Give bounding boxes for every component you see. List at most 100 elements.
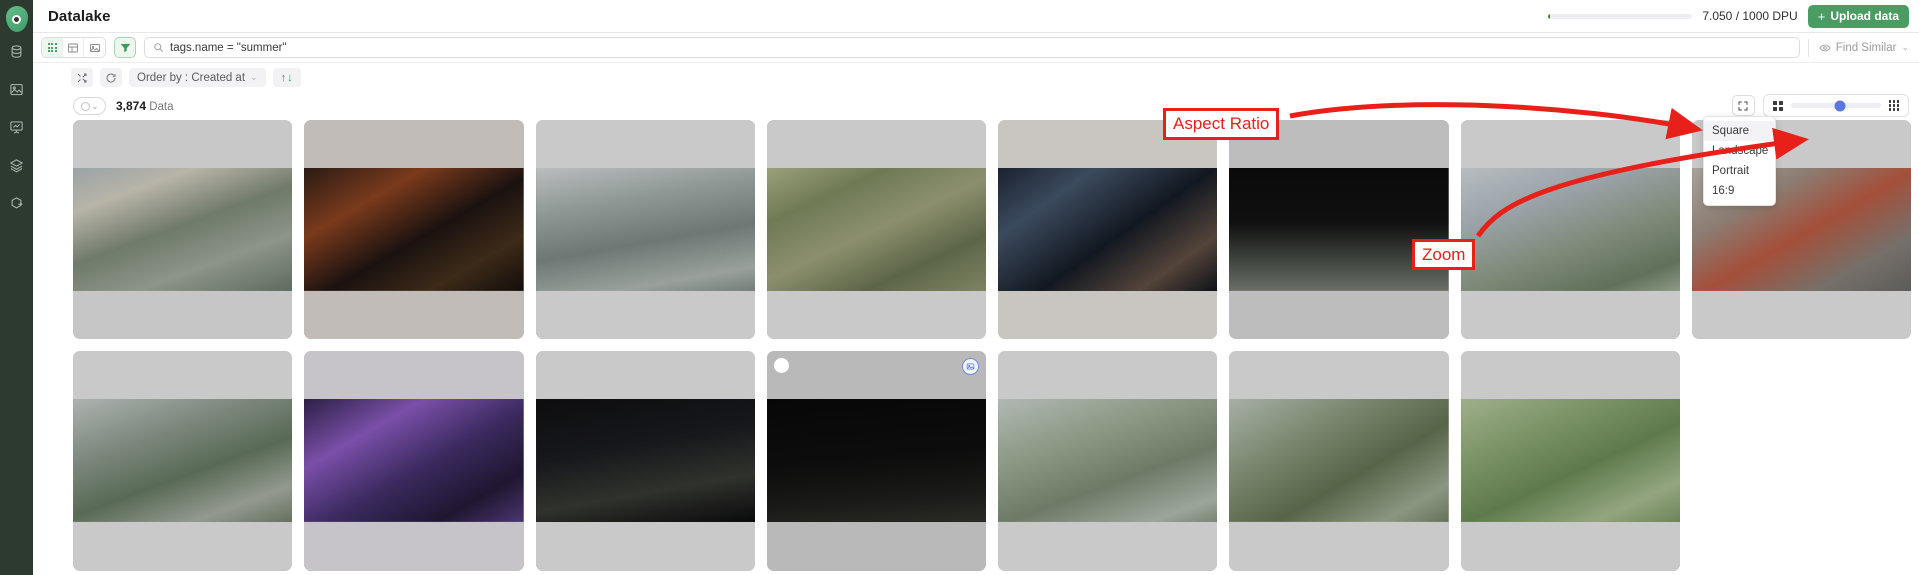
- aspect-ratio-option[interactable]: Portrait: [1704, 161, 1775, 181]
- chevron-down-icon: ⌄: [1901, 42, 1909, 52]
- refresh-button[interactable]: [100, 68, 122, 87]
- shuffle-icon: [77, 73, 87, 82]
- find-similar-button[interactable]: Find Similar ⌄: [1807, 38, 1909, 57]
- grid-tile[interactable]: [766, 351, 986, 571]
- sidebar-item-layers[interactable]: [0, 146, 33, 184]
- datalake-logo[interactable]: [5, 6, 28, 32]
- aspect-ratio-option[interactable]: 16:9: [1704, 181, 1775, 201]
- plus-icon: +: [1817, 8, 1826, 24]
- zoom-slider-thumb[interactable]: [1834, 100, 1846, 111]
- grid-tile[interactable]: [73, 120, 293, 340]
- tile-letterbox-bottom: [304, 291, 524, 340]
- refresh-icon: [106, 73, 116, 82]
- tile-letterbox-bottom: [998, 522, 1218, 571]
- search-icon: [154, 43, 163, 52]
- upload-button-label: Upload data: [1830, 9, 1899, 23]
- tile-thumbnail: [766, 168, 986, 292]
- tile-thumbnail: [535, 399, 755, 523]
- chevron-down-icon: ⌄: [250, 72, 258, 82]
- tile-letterbox-bottom: [535, 522, 755, 571]
- zoom-slider-control[interactable]: [1762, 94, 1909, 117]
- grid-tile[interactable]: [998, 120, 1218, 340]
- tile-letterbox-bottom: [766, 522, 986, 571]
- dot-grid-icon: [47, 43, 57, 52]
- funnel-icon: [120, 43, 130, 52]
- tile-thumbnail: [73, 168, 293, 292]
- grid-tile[interactable]: [1460, 120, 1680, 340]
- table-icon: [68, 43, 78, 52]
- grid-tile[interactable]: [1229, 120, 1449, 340]
- aspect-ratio-button[interactable]: [1731, 95, 1755, 116]
- data-grid-scroll[interactable]: [33, 120, 1919, 575]
- grid-view-button[interactable]: [42, 38, 63, 57]
- tile-letterbox-bottom: [1229, 291, 1449, 340]
- primary-toolbar: Find Similar ⌄: [33, 33, 1919, 63]
- sidebar-item-export[interactable]: [0, 184, 33, 222]
- aspect-ratio-menu[interactable]: Square Landscape Portrait 16:9: [1703, 116, 1776, 206]
- sidebar-item-datalake[interactable]: [0, 32, 33, 70]
- find-similar-label: Find Similar: [1835, 41, 1897, 54]
- tile-letterbox-top: [73, 120, 293, 169]
- tile-letterbox-bottom: [766, 291, 986, 340]
- checkbox-icon: [80, 101, 90, 111]
- data-grid: [73, 120, 1911, 571]
- filter-button[interactable]: [114, 37, 136, 58]
- tile-thumbnail: [1460, 399, 1680, 523]
- tile-letterbox-top: [535, 351, 755, 400]
- view-mode-switcher: [41, 37, 106, 58]
- select-all-dropdown[interactable]: ⌄: [73, 97, 106, 115]
- table-view-button[interactable]: [63, 38, 84, 57]
- tile-letterbox-top: [1229, 351, 1449, 400]
- grid-tile[interactable]: [1460, 351, 1680, 571]
- tile-letterbox-bottom: [1229, 522, 1449, 571]
- tile-letterbox-bottom: [535, 291, 755, 340]
- app-root: Datalake 7.050 / 1000 DPU + Upload data: [0, 0, 1919, 575]
- shuffle-button[interactable]: [71, 68, 93, 87]
- data-count-suffix: Data: [146, 101, 174, 113]
- tile-thumbnail: [998, 399, 1218, 523]
- tile-letterbox-bottom: [1691, 291, 1911, 340]
- grid-3x3-icon[interactable]: [1888, 100, 1899, 111]
- aspect-ratio-icon: [1738, 101, 1748, 110]
- tile-select-checkbox[interactable]: [773, 358, 789, 374]
- grid-tile[interactable]: [304, 120, 524, 340]
- grid-tile[interactable]: [304, 351, 524, 571]
- left-sidebar: [0, 0, 33, 575]
- aspect-ratio-annotation: Aspect Ratio: [1163, 108, 1280, 140]
- chevron-down-icon: ⌄: [91, 101, 99, 111]
- grid-2x2-icon[interactable]: [1772, 100, 1783, 111]
- data-count-value: 3,874: [116, 99, 147, 113]
- sort-ascending-icon: ↑: [280, 71, 287, 84]
- aspect-ratio-option[interactable]: Landscape: [1704, 141, 1775, 161]
- grid-tile[interactable]: [535, 351, 755, 571]
- upload-data-button[interactable]: + Upload data: [1807, 4, 1909, 28]
- tile-thumbnail: [998, 168, 1218, 292]
- sidebar-item-images[interactable]: [0, 70, 33, 108]
- tile-letterbox-bottom: [1460, 522, 1680, 571]
- order-by-dropdown[interactable]: Order by : Created at ⌄: [129, 68, 266, 87]
- sort-descending-icon: ↓: [287, 71, 293, 84]
- tile-letterbox-top: [766, 120, 986, 169]
- page-title: Datalake: [48, 7, 111, 25]
- sort-direction-button[interactable]: ↑ ↓: [272, 68, 301, 87]
- image-view-button[interactable]: [84, 38, 105, 57]
- grid-tile[interactable]: [535, 120, 755, 340]
- search-input[interactable]: [170, 41, 1791, 54]
- zoom-slider[interactable]: [1790, 100, 1881, 111]
- tile-thumbnail: [304, 399, 524, 523]
- grid-tile[interactable]: [998, 351, 1218, 571]
- eye-icon: [1819, 44, 1831, 51]
- grid-tile[interactable]: [1229, 351, 1449, 571]
- dpu-progress-bar: [1548, 13, 1693, 19]
- tile-thumbnail: [1229, 168, 1449, 292]
- tile-letterbox-top: [1460, 351, 1680, 400]
- search-box[interactable]: [144, 37, 1800, 58]
- sidebar-item-analytics[interactable]: [0, 108, 33, 146]
- grid-tile[interactable]: [766, 120, 986, 340]
- secondary-toolbar: Order by : Created at ⌄ ↑ ↓: [33, 63, 1919, 92]
- grid-tile[interactable]: [73, 351, 293, 571]
- tile-letterbox-bottom: [73, 291, 293, 340]
- aspect-ratio-option[interactable]: Square: [1704, 121, 1775, 141]
- order-by-label: Order by : Created at: [137, 71, 246, 84]
- tile-letterbox-top: [304, 351, 524, 400]
